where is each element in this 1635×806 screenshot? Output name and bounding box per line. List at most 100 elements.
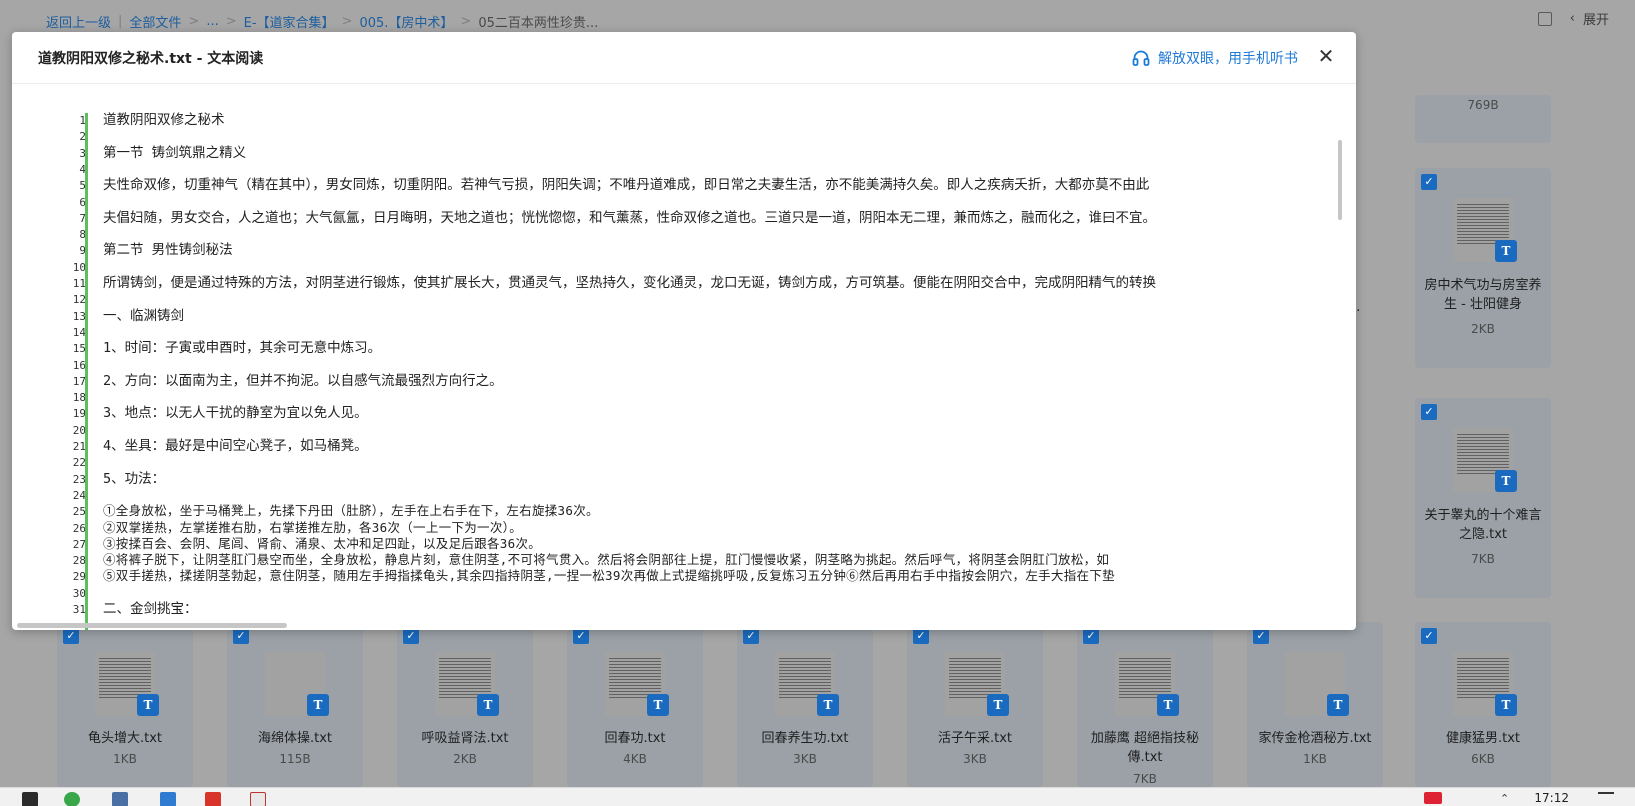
file-name: 呼吸益肾法.txt	[421, 731, 509, 746]
file-card[interactable]: ✓ T 海绵体操.txt 115B	[227, 622, 363, 787]
checkbox-checked[interactable]: ✓	[63, 628, 79, 644]
file-card[interactable]: ✓ T 房中术气功与房室养生 - 壮阳健身 2KB	[1415, 168, 1551, 368]
line-number: 3	[79, 146, 86, 160]
checkbox-checked[interactable]: ✓	[573, 628, 589, 644]
app-green-icon[interactable]	[64, 792, 80, 806]
chevron-right-icon: >	[341, 13, 353, 29]
close-icon[interactable]: ✕	[1316, 46, 1336, 66]
file-name: 龟头增大.txt	[87, 731, 163, 746]
checkbox-checked[interactable]: ✓	[743, 628, 759, 644]
file-card[interactable]: ✓ T 回春功.txt 4KB	[567, 622, 703, 787]
app-document-icon[interactable]	[250, 792, 266, 806]
file-size: 1KB	[113, 752, 137, 766]
line-number: 12	[72, 293, 86, 307]
file-size: 7KB	[1133, 772, 1157, 786]
file-size: 115B	[279, 752, 311, 766]
file-card[interactable]: ✓ T 活子午采.txt 3KB	[907, 622, 1043, 787]
line-number: 10	[72, 260, 86, 274]
line-number: 6	[79, 195, 86, 209]
file-name: 回春养生功.txt	[761, 731, 849, 746]
line-number: 25	[72, 505, 86, 519]
app-red-icon[interactable]	[205, 792, 221, 806]
text-line: 夫性命双修，切重神气（精在其中），男女同炼，切重阴阳。若神气亏损，阴阳失调；不唯…	[103, 177, 1150, 194]
file-size: 2KB	[1471, 322, 1495, 336]
separator: |	[118, 13, 123, 29]
terminal-icon[interactable]	[22, 792, 38, 806]
line-number: 20	[72, 423, 86, 437]
file-card[interactable]: ✓ T 回春养生功.txt 3KB	[737, 622, 873, 787]
file-card[interactable]: ✓ T 家传金枪酒秘方.txt 1KB	[1247, 622, 1383, 787]
file-card[interactable]: ✓ T 呼吸益肾法.txt 2KB	[397, 622, 533, 787]
file-card[interactable]: ✓ T 龟头增大.txt 1KB	[57, 622, 193, 787]
breadcrumb-all-files[interactable]: 全部文件	[129, 12, 181, 31]
text-line: 一、临渊铸剑	[103, 307, 184, 324]
file-card[interactable]: 769B	[1415, 95, 1551, 143]
file-name: 健康猛男.txt	[1445, 731, 1521, 746]
checkbox-checked[interactable]: ✓	[233, 628, 249, 644]
text-line: ⑤双手搓热，揉搓阴茎勃起，意住阴茎，随用左手拇指揉龟头,其余四指持阴茎,一捏一松…	[103, 568, 1115, 584]
line-number: 2	[79, 130, 86, 144]
line-number: 7	[79, 211, 86, 225]
line-number: 4	[79, 162, 86, 176]
file-name: 加藤鹰 超絕指技秘傳.txt	[1090, 731, 1200, 765]
file-card[interactable]: ✓ T 健康猛男.txt 6KB	[1415, 622, 1551, 787]
file-size: 7KB	[1471, 552, 1495, 566]
modal-title: 道教阴阳双修之秘术.txt - 文本阅读	[38, 51, 264, 67]
checkbox-checked[interactable]: ✓	[1421, 628, 1437, 644]
taskbar: ⌃ 17:12	[0, 787, 1635, 806]
file-name: 房中术气功与房室养生 - 壮阳健身	[1424, 278, 1542, 312]
breadcrumb-ellipsis[interactable]: ...	[206, 14, 218, 29]
line-number: 23	[72, 472, 86, 486]
horizontal-scrollbar[interactable]	[17, 623, 287, 628]
notification-icon[interactable]	[1598, 792, 1614, 802]
checkbox-checked[interactable]: ✓	[1421, 404, 1437, 420]
checkbox-checked[interactable]: ✓	[1253, 628, 1269, 644]
text-viewer[interactable]: 1 2 3 4 5 6 7 8 9 10 11 12 13 14 15 16 17 18 19 20 21 22 23 24 2…	[12, 85, 1348, 630]
file-name: 家传金枪酒秘方.txt	[1258, 731, 1372, 746]
breadcrumb-folder-daojia[interactable]: E-【道家合集】	[244, 12, 335, 31]
file-name: 活子午采.txt	[937, 731, 1013, 746]
file-card[interactable]: ✓ T 加藤鹰 超絕指技秘傳.txt 7KB	[1077, 622, 1213, 787]
txt-file-icon: T	[987, 694, 1009, 716]
line-number: 11	[72, 277, 86, 290]
app-blue-icon[interactable]	[160, 792, 176, 806]
file-size: 769B	[1467, 98, 1499, 112]
back-link[interactable]: 返回上一级	[46, 12, 111, 31]
expand-button[interactable]: 展开	[1583, 9, 1609, 28]
listen-on-phone-link[interactable]: 解放双眼，用手机听书	[1132, 48, 1298, 68]
chevron-left-icon[interactable]: ‹	[1570, 11, 1575, 26]
chevron-up-icon[interactable]: ⌃	[1500, 792, 1509, 805]
text-line: 所谓铸剑，便是通过特殊的方法，对阴茎进行锻炼，使其扩展长大，贯通灵气，坚热持久，…	[103, 275, 1156, 291]
line-number: 8	[79, 228, 86, 242]
file-size: 3KB	[963, 752, 987, 766]
checkbox-checked[interactable]: ✓	[1421, 174, 1437, 190]
clock: 17:12	[1534, 791, 1569, 805]
vertical-scrollbar[interactable]	[1338, 140, 1342, 220]
line-number: 5	[79, 179, 86, 193]
app-window-icon[interactable]	[112, 792, 128, 806]
file-size: 6KB	[1471, 752, 1495, 766]
checkbox-checked[interactable]: ✓	[913, 628, 929, 644]
file-size: 3KB	[793, 752, 817, 766]
txt-file-icon: T	[817, 694, 839, 716]
checkbox-checked[interactable]: ✓	[1083, 628, 1099, 644]
breadcrumb-folder-fangzhongshu[interactable]: 005.【房中术】	[359, 12, 453, 31]
text-line: 3、地点：以无人干扰的静室为宜以免人见。	[103, 405, 368, 422]
txt-file-icon: T	[1157, 694, 1179, 716]
text-line: ①全身放松，坐于马桶凳上，先揉下丹田（肚脐），左手在上右手在下，左右旋揉36次。	[103, 503, 599, 519]
layout-icon[interactable]	[1537, 11, 1552, 26]
txt-file-icon: T	[477, 694, 499, 716]
text-line: ④将裤子脱下，让阴茎肛门悬空而坐，全身放松，静息片刻，意住阴茎,不可将气贯入。然…	[103, 552, 1110, 568]
breadcrumb-current: 05二百本两性珍贵...	[478, 15, 599, 31]
gutter-change-bar	[85, 113, 88, 630]
input-method-icon[interactable]	[1424, 792, 1442, 804]
text-line: ②双掌搓热，左掌搓推右肋，右掌搓推左肋，各36次（一上一下为一次）。	[103, 519, 523, 535]
text-line: 夫倡妇随，男女交合，人之道也；大气氤氲，日月晦明，天地之道也；恍恍惚惚，和气薰蒸…	[103, 209, 1156, 226]
text-line: 5、功法：	[103, 470, 166, 487]
file-card[interactable]: ✓ T 关于睾丸的十个难言之隐.txt 7KB	[1415, 398, 1551, 598]
txt-file-icon: T	[137, 694, 159, 716]
checkbox-checked[interactable]: ✓	[403, 628, 419, 644]
listen-label: 解放双眼，用手机听书	[1158, 51, 1298, 67]
txt-file-icon: T	[1495, 470, 1517, 492]
line-number: 29	[72, 570, 86, 584]
